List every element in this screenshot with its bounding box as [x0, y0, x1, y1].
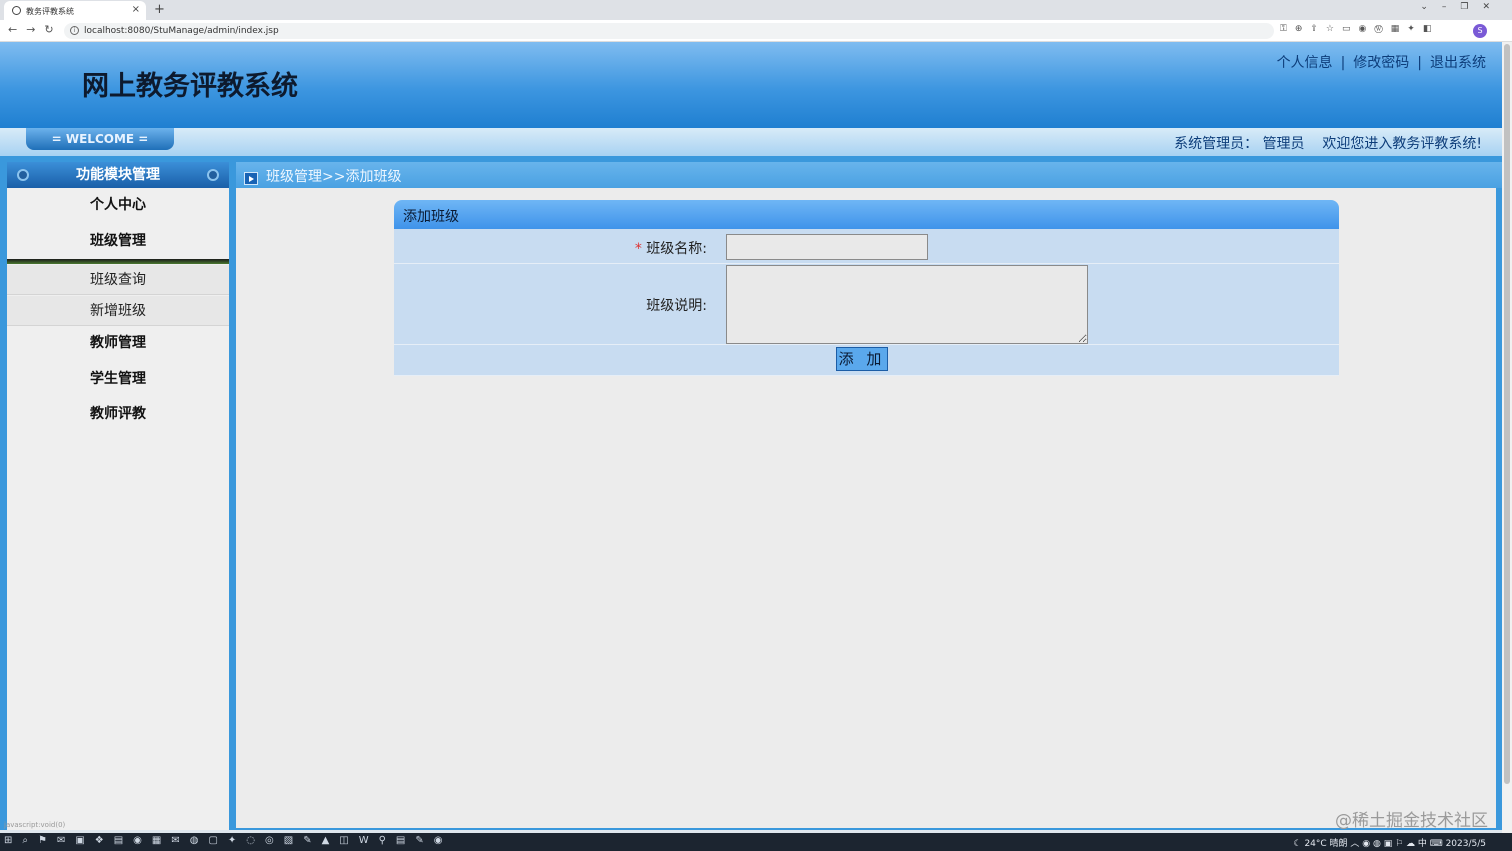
- class-desc-label: 班级说明:: [646, 298, 707, 314]
- system-tray[interactable]: ☾ 24°C 晴朗 ︿ ◉ ◍ ▣ ⚐ ☁ 中 ⌨ 2023/5/5: [1294, 836, 1486, 849]
- bullet-icon: [17, 169, 29, 181]
- menu-student-management[interactable]: 学生管理: [7, 362, 229, 397]
- link-profile[interactable]: 个人信息: [1277, 55, 1333, 71]
- role-label: 系统管理员：: [1174, 136, 1259, 152]
- bullet-icon: [207, 169, 219, 181]
- required-mark: *: [634, 241, 642, 257]
- welcome-badge: = WELCOME =: [26, 128, 174, 150]
- submenu-add-class[interactable]: 新增班级: [7, 296, 229, 326]
- sidebar-title-text: 功能模块管理: [76, 167, 160, 183]
- scrollbar-thumb[interactable]: [1504, 44, 1510, 784]
- tab-title: 教务评教系统: [26, 7, 74, 16]
- watermark: @稀土掘金技术社区: [1335, 811, 1488, 831]
- welcome-message: 欢迎您进入教务评教系统!: [1322, 136, 1482, 152]
- nav-buttons[interactable]: ←→↻: [8, 23, 63, 36]
- menu-teacher-evaluation[interactable]: 教师评教: [7, 397, 229, 432]
- sidebar-title: 功能模块管理: [7, 162, 229, 188]
- menu-personal-center[interactable]: 个人中心: [7, 188, 229, 223]
- browser-tab-bar: [0, 0, 1512, 20]
- link-separator: |: [1417, 55, 1422, 71]
- info-icon[interactable]: i: [70, 26, 79, 35]
- taskbar-app-icons[interactable]: ⊞⌕⚑✉▣❖▤◉▦✉◍▢✦◌◎▧✎▲◫W⚲▤✎◉: [4, 835, 452, 846]
- extension-icons[interactable]: ⚿⊕⇪☆▭◉Ⓦ▦✦◧: [1280, 24, 1439, 34]
- class-desc-textarea[interactable]: [726, 265, 1088, 344]
- breadcrumb: 班级管理>>添加班级: [266, 169, 402, 185]
- submenu-separator: [7, 259, 229, 264]
- top-links: 个人信息 | 修改密码 | 退出系统: [1273, 52, 1490, 72]
- new-tab-button[interactable]: +: [154, 2, 165, 17]
- close-tab-icon[interactable]: ×: [132, 4, 140, 15]
- profile-avatar[interactable]: S: [1473, 24, 1487, 38]
- user-welcome: 系统管理员： 管理员 欢迎您进入教务评教系统!: [1174, 133, 1482, 153]
- browser-tab[interactable]: 教务评教系统 ×: [4, 1, 146, 20]
- form-title: 添加班级: [394, 200, 1339, 229]
- link-separator: |: [1340, 55, 1346, 71]
- menu-teacher-management[interactable]: 教师管理: [7, 326, 229, 361]
- class-name-label-text: 班级名称:: [646, 241, 707, 257]
- add-button[interactable]: 添 加: [836, 347, 888, 371]
- status-hint: javascript:void(0): [4, 821, 66, 829]
- breadcrumb-bar: [236, 162, 1502, 188]
- link-logout[interactable]: 退出系统: [1430, 55, 1486, 71]
- url-text: localhost:8080/StuManage/admin/index.jsp: [84, 26, 279, 36]
- class-name-input[interactable]: [726, 234, 928, 260]
- system-title: 网上教务评教系统: [82, 71, 298, 102]
- menu-class-management[interactable]: 班级管理: [7, 224, 229, 259]
- window-controls[interactable]: ⌄–❐✕: [1420, 2, 1504, 12]
- url-field[interactable]: i localhost:8080/StuManage/admin/index.j…: [64, 23, 1274, 39]
- class-name-label: * 班级名称:: [635, 238, 707, 258]
- link-change-password[interactable]: 修改密码: [1353, 55, 1409, 71]
- submenu-class-query[interactable]: 班级查询: [7, 265, 229, 295]
- favicon-icon: [12, 6, 21, 15]
- user-name: 管理员: [1262, 136, 1305, 152]
- play-arrow-icon: [244, 172, 258, 185]
